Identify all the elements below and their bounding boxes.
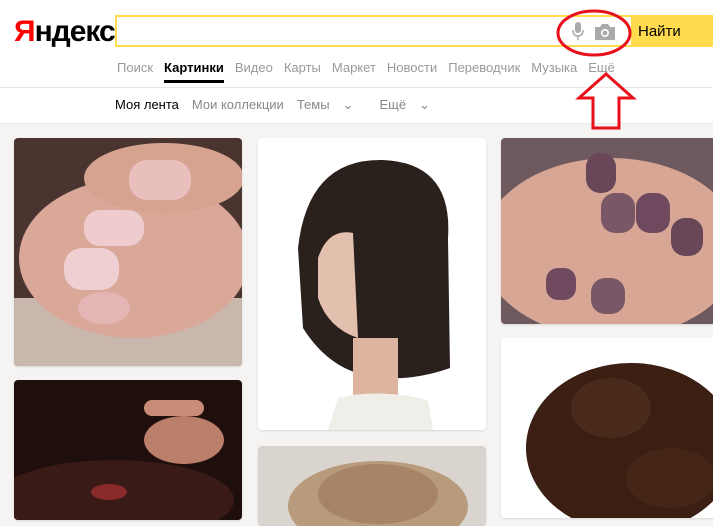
camera-icon[interactable] — [594, 23, 616, 41]
image-card-hair-bob[interactable] — [258, 138, 486, 430]
nails-pink-image — [14, 138, 242, 366]
hair-curly-image — [501, 338, 713, 518]
search-box — [115, 15, 631, 47]
subnav: Моя лента Мои коллекции Темы ⌄ Ещё ⌄ — [0, 88, 713, 124]
image-card-hair-blonde[interactable] — [258, 446, 486, 526]
service-music[interactable]: Музыка — [531, 60, 577, 75]
service-maps[interactable]: Карты — [284, 60, 321, 75]
image-card-hair-curly[interactable] — [501, 338, 713, 518]
service-translate[interactable]: Переводчик — [448, 60, 520, 75]
tab-more[interactable]: Ещё ⌄ — [379, 97, 443, 112]
nails-purple-image — [501, 138, 713, 324]
hand-dark-image — [14, 380, 242, 520]
image-card-hand-dark[interactable] — [14, 380, 242, 520]
service-search[interactable]: Поиск — [117, 60, 153, 75]
chevron-down-icon: ⌄ — [342, 97, 354, 112]
hair-blonde-image — [258, 446, 486, 526]
tab-themes[interactable]: Темы ⌄ — [297, 97, 367, 112]
tab-my-feed[interactable]: Моя лента — [115, 97, 179, 112]
yandex-logo[interactable]: Яндекс — [14, 14, 116, 50]
microphone-icon[interactable] — [572, 22, 584, 42]
image-card-nails-purple[interactable] — [501, 138, 713, 324]
service-images[interactable]: Картинки — [164, 60, 224, 75]
service-news[interactable]: Новости — [387, 60, 437, 75]
services-nav: Поиск Картинки Видео Карты Маркет Новости Пере… — [117, 60, 626, 75]
header: Яндекс Найти Поиск Картинки Видео Карты Марк… — [0, 0, 713, 88]
service-market[interactable]: Маркет — [332, 60, 376, 75]
service-more[interactable]: Ещё — [588, 60, 615, 75]
find-button[interactable]: Найти — [631, 15, 713, 47]
hair-bob-image — [258, 138, 486, 430]
tab-my-collections[interactable]: Мои коллекции — [192, 97, 284, 112]
image-card-nails-pink[interactable] — [14, 138, 242, 366]
service-video[interactable]: Видео — [235, 60, 273, 75]
chevron-down-icon: ⌄ — [419, 97, 430, 112]
search-input[interactable] — [121, 20, 555, 44]
